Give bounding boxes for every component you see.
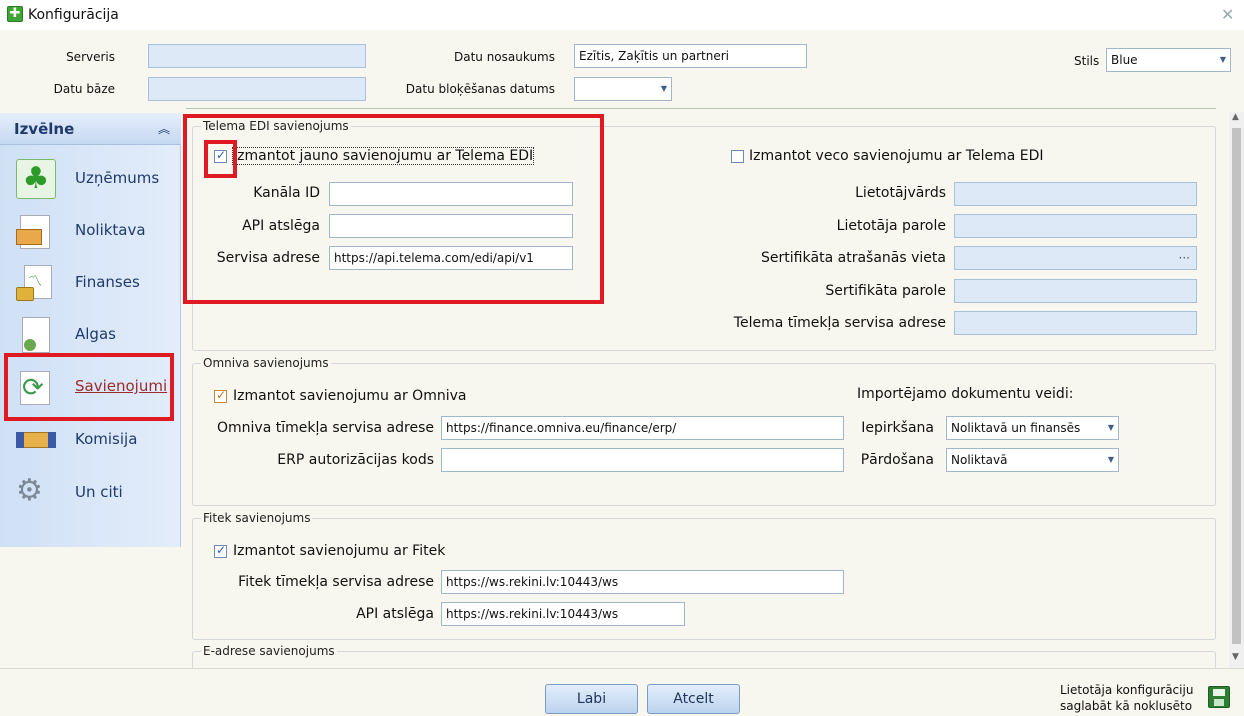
telema-old-checkbox-label[interactable]: Izmantot veco savienojumu ar Telema EDI — [749, 148, 1044, 164]
telema-old-checkbox[interactable] — [731, 150, 744, 163]
datu-baze-input[interactable] — [148, 77, 366, 101]
sidebar-item-un-citi[interactable]: ⚙ Un citi — [8, 467, 178, 519]
sidebar-item-uznemums[interactable]: ♣ Uzņēmums — [8, 153, 178, 205]
app-icon: ✚ — [7, 6, 23, 22]
sidebar-item-label: Komisija — [75, 430, 138, 448]
datu-baze-label: Datu bāze — [53, 82, 115, 96]
bloksanas-label: Datu bloķēšanas datums — [405, 82, 555, 96]
pardosana-select[interactable]: Noliktavā ▼ — [946, 448, 1119, 472]
lietotaja-parole-input[interactable] — [954, 214, 1197, 238]
sert-vieta-label: Sertifikāta atrašanās vieta — [761, 250, 946, 266]
save-icon[interactable] — [1208, 686, 1230, 708]
sidebar-item-finanses[interactable]: 〽 Finanses — [8, 257, 178, 309]
stils-select[interactable]: Blue ▼ — [1106, 48, 1231, 72]
ok-button[interactable]: Labi — [545, 684, 638, 714]
fitek-checkbox[interactable] — [214, 543, 227, 558]
pardosana-value: Noliktavā — [951, 453, 1008, 467]
lietotajvards-input[interactable] — [954, 182, 1197, 206]
chevron-down-icon[interactable]: ▼ — [661, 78, 667, 100]
pardosana-label: Pārdošana — [860, 452, 934, 468]
finance-icon: 〽 — [16, 263, 56, 303]
scrollbar[interactable]: ▲ ▼ — [1229, 112, 1244, 668]
sidebar-item-noliktava[interactable]: Noliktava — [8, 205, 178, 257]
sidebar-item-label: Finanses — [75, 273, 140, 291]
collapse-icon[interactable]: ︽ — [158, 120, 170, 137]
fitek-url-label: Fitek tīmekļa servisa adrese — [238, 574, 434, 590]
save-default-label-1: Lietotāja konfigurāciju — [1060, 683, 1194, 697]
sidebar-item-label: Noliktava — [75, 221, 146, 239]
sidebar-item-komisija[interactable]: Komisija — [8, 414, 178, 466]
fitek-group-title: Fitek savienojums — [201, 511, 313, 525]
omniva-url-input[interactable]: https://finance.omniva.eu/finance/erp/ — [441, 416, 844, 440]
chevron-down-icon[interactable]: ▼ — [1220, 49, 1226, 71]
sert-parole-label: Sertifikāta parole — [825, 283, 946, 299]
save-default-label-2: saglabāt kā noklusēto — [1060, 699, 1193, 713]
chevron-down-icon[interactable]: ▼ — [1108, 417, 1114, 439]
serveris-input[interactable] — [148, 44, 366, 68]
close-icon[interactable]: ✕ — [1221, 5, 1234, 24]
fitek-api-label: API atslēga — [356, 606, 434, 622]
scroll-up-icon[interactable]: ▲ — [1232, 112, 1239, 122]
gears-icon: ⚙ — [16, 473, 43, 508]
fitek-api-input[interactable]: https://ws.rekini.lv:10443/ws — [441, 602, 685, 626]
warehouse-icon — [16, 211, 56, 251]
datu-nosaukums-input[interactable]: Ezītis, Zaķītis un partneri — [574, 44, 807, 68]
cancel-button[interactable]: Atcelt — [647, 684, 740, 714]
scroll-down-icon[interactable]: ▼ — [1232, 652, 1239, 662]
telema-timekla-input[interactable] — [954, 311, 1197, 335]
omniva-checkbox-label[interactable]: Izmantot savienojumu ar Omniva — [233, 388, 466, 404]
sidebar-header-label: Izvēlne — [14, 120, 75, 138]
omniva-url-label: Omniva tīmekļa servisa adrese — [217, 420, 434, 436]
highlight-telema-checkbox — [204, 140, 237, 178]
lietotajvards-label: Lietotājvārds — [855, 185, 946, 201]
bloksanas-date-picker[interactable]: ▼ — [574, 77, 672, 101]
fitek-url-input[interactable]: https://ws.rekini.lv:10443/ws — [441, 570, 844, 594]
eadrese-group-title: E-adrese savienojums — [201, 644, 337, 658]
iepirksana-label: Iepirkšana — [861, 420, 934, 436]
sidebar-item-label: Algas — [75, 325, 116, 343]
serveris-label: Serveris — [66, 50, 115, 64]
telema-timekla-label: Telema tīmekļa servisa adrese — [733, 315, 946, 331]
scroll-thumb[interactable] — [1232, 128, 1241, 644]
clover-icon: ♣ — [16, 159, 56, 199]
sidebar-header[interactable]: Izvēlne ︽ — [0, 113, 181, 145]
highlight-savienojumi — [4, 353, 174, 421]
sert-parole-input[interactable] — [954, 279, 1197, 303]
omniva-checkbox[interactable] — [214, 388, 227, 403]
browse-button[interactable]: ··· — [1179, 247, 1190, 269]
top-divider — [186, 108, 1216, 109]
sert-vieta-input[interactable]: ··· — [954, 246, 1197, 270]
stils-label: Stils — [1074, 54, 1100, 68]
erp-input[interactable] — [441, 448, 844, 472]
iepirksana-select[interactable]: Noliktavā un finansēs ▼ — [946, 416, 1119, 440]
sidebar-item-label: Un citi — [75, 483, 123, 501]
salary-icon — [16, 315, 56, 355]
title-bar: ✚ Konfigurācija ✕ — [0, 0, 1244, 30]
chevron-down-icon[interactable]: ▼ — [1108, 449, 1114, 471]
window-title: Konfigurācija — [28, 7, 119, 23]
omniva-group-title: Omniva savienojums — [201, 356, 331, 370]
lietotaja-parole-label: Lietotāja parole — [836, 218, 946, 234]
sidebar-item-label: Uzņēmums — [75, 169, 160, 187]
fitek-checkbox-label[interactable]: Izmantot savienojumu ar Fitek — [233, 543, 445, 559]
highlight-telema — [183, 114, 604, 304]
erp-label: ERP autorizācijas kods — [277, 452, 434, 468]
stils-value: Blue — [1111, 53, 1138, 67]
import-label: Importējamo dokumentu veidi: — [857, 386, 1074, 402]
datu-nosaukums-label: Datu nosaukums — [453, 50, 555, 64]
handshake-icon — [16, 420, 56, 460]
iepirksana-value: Noliktavā un finansēs — [951, 421, 1081, 435]
